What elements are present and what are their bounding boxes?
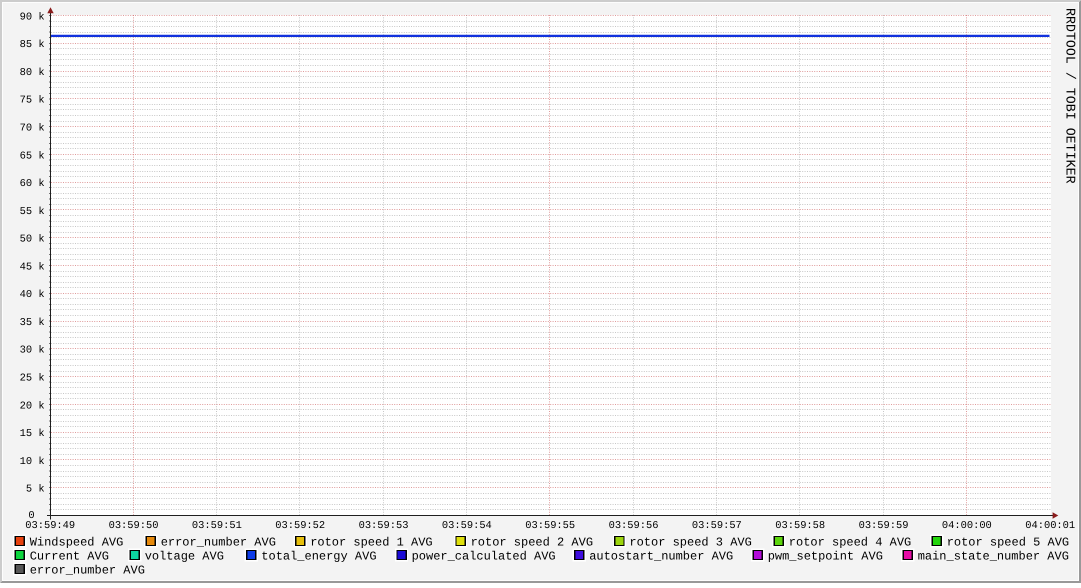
svg-text:40 k: 40 k: [20, 289, 45, 301]
svg-text:03:59:49: 03:59:49: [25, 520, 75, 532]
svg-text:50 k: 50 k: [20, 234, 45, 246]
svg-text:03:59:54: 03:59:54: [442, 520, 492, 532]
svg-text:rotor speed 3 AVG: rotor speed 3 AVG: [629, 536, 751, 550]
svg-text:main_state_number AVG: main_state_number AVG: [918, 550, 1069, 564]
svg-text:25 k: 25 k: [20, 373, 45, 385]
svg-text:autostart_number AVG: autostart_number AVG: [589, 550, 733, 564]
svg-text:03:59:59: 03:59:59: [859, 520, 909, 532]
svg-text:03:59:57: 03:59:57: [692, 520, 742, 532]
svg-text:voltage AVG: voltage AVG: [145, 550, 224, 564]
svg-text:RRDTOOL / TOBI OETIKER: RRDTOOL / TOBI OETIKER: [1063, 8, 1078, 184]
svg-text:85 k: 85 k: [20, 39, 45, 51]
svg-text:rotor speed 5 AVG: rotor speed 5 AVG: [947, 536, 1069, 550]
svg-text:20 k: 20 k: [20, 400, 45, 412]
svg-text:error_number AVG: error_number AVG: [30, 564, 145, 578]
svg-text:04:00:01: 04:00:01: [1025, 520, 1075, 532]
svg-text:03:59:55: 03:59:55: [525, 520, 575, 532]
svg-text:90 k: 90 k: [20, 11, 45, 23]
svg-text:5 k: 5 k: [26, 484, 45, 496]
svg-text:error_number AVG: error_number AVG: [161, 536, 276, 550]
svg-text:75 k: 75 k: [20, 95, 45, 107]
svg-text:70 k: 70 k: [20, 123, 45, 135]
svg-text:55 k: 55 k: [20, 206, 45, 218]
svg-text:03:59:51: 03:59:51: [192, 520, 242, 532]
svg-text:04:00:00: 04:00:00: [942, 520, 992, 532]
svg-text:rotor speed 1 AVG: rotor speed 1 AVG: [310, 536, 432, 550]
svg-text:Current AVG: Current AVG: [30, 550, 109, 564]
svg-text:total_energy AVG: total_energy AVG: [261, 550, 376, 564]
svg-text:Windspeed AVG: Windspeed AVG: [30, 536, 124, 550]
svg-text:60 k: 60 k: [20, 178, 45, 190]
svg-text:10 k: 10 k: [20, 456, 45, 468]
svg-text:03:59:52: 03:59:52: [275, 520, 325, 532]
svg-text:65 k: 65 k: [20, 150, 45, 162]
svg-text:45 k: 45 k: [20, 261, 45, 273]
svg-text:30 k: 30 k: [20, 345, 45, 357]
svg-text:03:59:50: 03:59:50: [109, 520, 159, 532]
svg-text:power_calculated AVG: power_calculated AVG: [412, 550, 556, 564]
svg-text:rotor speed 4 AVG: rotor speed 4 AVG: [789, 536, 911, 550]
svg-text:35 k: 35 k: [20, 317, 45, 329]
svg-text:03:59:53: 03:59:53: [359, 520, 409, 532]
svg-text:pwm_setpoint AVG: pwm_setpoint AVG: [768, 550, 883, 564]
svg-text:80 k: 80 k: [20, 67, 45, 79]
svg-text:03:59:58: 03:59:58: [775, 520, 825, 532]
svg-text:03:59:56: 03:59:56: [609, 520, 659, 532]
svg-text:15 k: 15 k: [20, 428, 45, 440]
svg-text:rotor speed 2 AVG: rotor speed 2 AVG: [471, 536, 593, 550]
